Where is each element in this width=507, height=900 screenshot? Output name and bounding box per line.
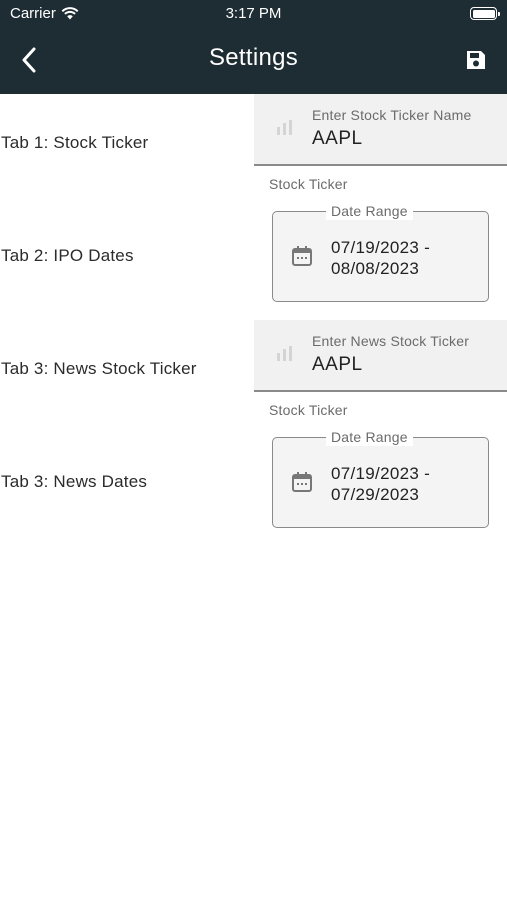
news-stock-ticker-helper: Stock Ticker bbox=[269, 402, 348, 418]
stock-ticker-field[interactable]: Enter Stock Ticker Name AAPL bbox=[254, 94, 507, 166]
stock-ticker-helper: Stock Ticker bbox=[269, 176, 348, 192]
news-stock-ticker-input[interactable]: AAPL bbox=[312, 354, 363, 376]
news-date-range-value: 07/19/2023 - 07/29/2023 bbox=[331, 464, 431, 504]
status-time: 3:17 PM bbox=[225, 5, 282, 22]
stock-ticker-input[interactable]: AAPL bbox=[312, 128, 363, 150]
date-range-legend: Date Range bbox=[326, 202, 413, 220]
ipo-date-range-value: 07/19/2023 - 08/08/2023 bbox=[331, 238, 431, 278]
save-button[interactable] bbox=[461, 44, 491, 76]
save-icon bbox=[467, 51, 485, 69]
news-stock-ticker-field[interactable]: Enter News Stock Ticker AAPL bbox=[254, 320, 507, 392]
ipo-date-range-picker[interactable]: Date Range 07/19/2023 - 08/08/2023 bbox=[272, 202, 489, 302]
stock-ticker-field-label: Enter Stock Ticker Name bbox=[312, 107, 472, 123]
row-label-stock-ticker: Tab 1: Stock Ticker bbox=[1, 133, 149, 152]
row-label-news-stock-ticker: Tab 3: News Stock Ticker bbox=[1, 359, 197, 378]
calendar-icon bbox=[292, 246, 312, 266]
row-label-news-dates: Tab 3: News Dates bbox=[1, 472, 148, 491]
ticker-icon bbox=[277, 120, 292, 135]
news-stock-ticker-field-label: Enter News Stock Ticker bbox=[312, 333, 470, 349]
date-range-legend: Date Range bbox=[326, 428, 413, 446]
ticker-icon bbox=[277, 346, 292, 361]
battery-icon bbox=[470, 7, 500, 20]
page-title: Settings bbox=[208, 44, 299, 71]
news-date-range-picker[interactable]: Date Range 07/19/2023 - 07/29/2023 bbox=[272, 428, 489, 528]
calendar-icon bbox=[292, 472, 312, 492]
row-label-ipo-dates: Tab 2: IPO Dates bbox=[1, 246, 134, 265]
app-bar: Carrier 3:17 PM Settings bbox=[0, 0, 507, 94]
